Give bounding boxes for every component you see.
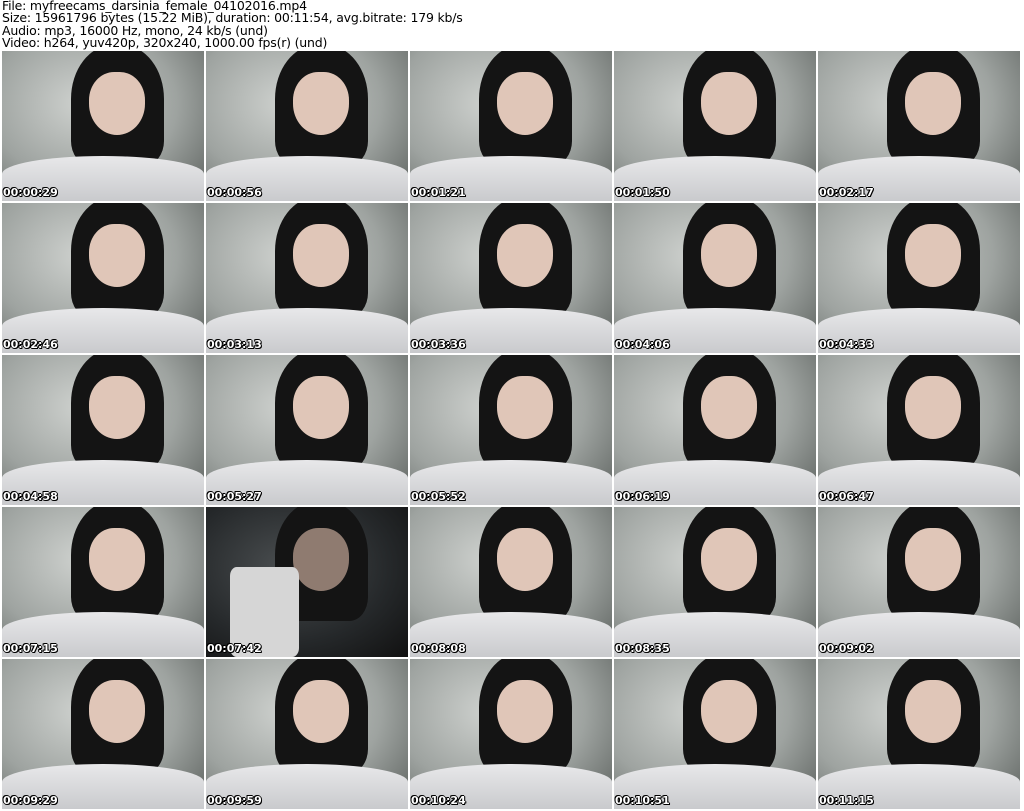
video-thumbnail: 00:09:29 xyxy=(2,659,204,809)
thumbnail-image xyxy=(88,376,146,439)
thumbnail-image xyxy=(88,224,146,287)
video-thumbnail: 00:03:13 xyxy=(206,203,408,353)
timestamp: 00:01:21 xyxy=(411,186,466,199)
timestamp: 00:00:29 xyxy=(3,186,58,199)
video-thumbnail: 00:08:08 xyxy=(410,507,612,657)
video-thumbnail: 00:01:21 xyxy=(410,51,612,201)
timestamp: 00:08:35 xyxy=(615,642,670,655)
video-thumbnail: 00:07:42 xyxy=(206,507,408,657)
video-thumbnail: 00:02:17 xyxy=(818,51,1020,201)
timestamp: 00:08:08 xyxy=(411,642,466,655)
thumbnail-grid: 00:00:29 00:00:56 00:01:21 00:01:50 00:02:17… xyxy=(2,51,1020,809)
thumbnail-image xyxy=(496,72,554,135)
timestamp: 00:04:33 xyxy=(819,338,874,351)
video-thumbnail: 00:08:35 xyxy=(614,507,816,657)
thumbnail-image xyxy=(700,72,758,135)
timestamp: 00:03:36 xyxy=(411,338,466,351)
thumbnail-image xyxy=(88,72,146,135)
thumbnail-image xyxy=(904,680,962,743)
thumbnail-image xyxy=(496,224,554,287)
video-thumbnail: 00:09:59 xyxy=(206,659,408,809)
thumbnail-image xyxy=(496,376,554,439)
timestamp: 00:04:58 xyxy=(3,490,58,503)
timestamp: 00:06:47 xyxy=(819,490,874,503)
video-thumbnail: 00:03:36 xyxy=(410,203,612,353)
video-thumbnail: 00:04:06 xyxy=(614,203,816,353)
thumbnail-image xyxy=(700,528,758,591)
timestamp: 00:04:06 xyxy=(615,338,670,351)
video-thumbnail: 00:06:47 xyxy=(818,355,1020,505)
timestamp: 00:10:24 xyxy=(411,794,466,807)
thumbnail-image xyxy=(904,376,962,439)
thumbnail-image xyxy=(700,680,758,743)
thumbnail-image xyxy=(904,72,962,135)
file-info-header: File: myfreecams_darsinia_female_0410201… xyxy=(2,0,463,49)
timestamp: 00:06:19 xyxy=(615,490,670,503)
timestamp: 00:07:42 xyxy=(207,642,262,655)
video-thumbnail: 00:05:52 xyxy=(410,355,612,505)
thumbnail-image xyxy=(700,224,758,287)
thumbnail-image xyxy=(292,376,350,439)
thumbnail-image xyxy=(496,528,554,591)
video-thumbnail: 00:10:24 xyxy=(410,659,612,809)
thumbnail-image xyxy=(292,72,350,135)
video-thumbnail: 00:02:46 xyxy=(2,203,204,353)
thumbnail-image xyxy=(292,680,350,743)
timestamp: 00:05:27 xyxy=(207,490,262,503)
video-thumbnail: 00:11:15 xyxy=(818,659,1020,809)
timestamp: 00:05:52 xyxy=(411,490,466,503)
thumbnail-image xyxy=(904,528,962,591)
video-thumbnail: 00:00:29 xyxy=(2,51,204,201)
video-thumbnail: 00:04:33 xyxy=(818,203,1020,353)
video-thumbnail: 00:09:02 xyxy=(818,507,1020,657)
timestamp: 00:01:50 xyxy=(615,186,670,199)
timestamp: 00:10:51 xyxy=(615,794,670,807)
thumbnail-image xyxy=(904,224,962,287)
video-thumbnail: 00:10:51 xyxy=(614,659,816,809)
timestamp: 00:02:46 xyxy=(3,338,58,351)
thumbnail-image xyxy=(496,680,554,743)
timestamp: 00:07:15 xyxy=(3,642,58,655)
timestamp: 00:09:59 xyxy=(207,794,262,807)
timestamp: 00:00:56 xyxy=(207,186,262,199)
timestamp: 00:02:17 xyxy=(819,186,874,199)
thumbnail-image xyxy=(88,528,146,591)
video-thumbnail: 00:05:27 xyxy=(206,355,408,505)
video-thumbnail: 00:01:50 xyxy=(614,51,816,201)
video-thumbnail: 00:06:19 xyxy=(614,355,816,505)
thumbnail-image xyxy=(700,376,758,439)
thumbnail-image xyxy=(88,680,146,743)
video-thumbnail: 00:00:56 xyxy=(206,51,408,201)
timestamp: 00:09:02 xyxy=(819,642,874,655)
timestamp: 00:03:13 xyxy=(207,338,262,351)
timestamp: 00:11:15 xyxy=(819,794,874,807)
thumbnail-image xyxy=(292,224,350,287)
thumbnail-image xyxy=(292,528,350,591)
video-info: Video: h264, yuv420p, 320x240, 1000.00 f… xyxy=(2,34,328,50)
video-thumbnail: 00:04:58 xyxy=(2,355,204,505)
video-thumbnail: 00:07:15 xyxy=(2,507,204,657)
timestamp: 00:09:29 xyxy=(3,794,58,807)
